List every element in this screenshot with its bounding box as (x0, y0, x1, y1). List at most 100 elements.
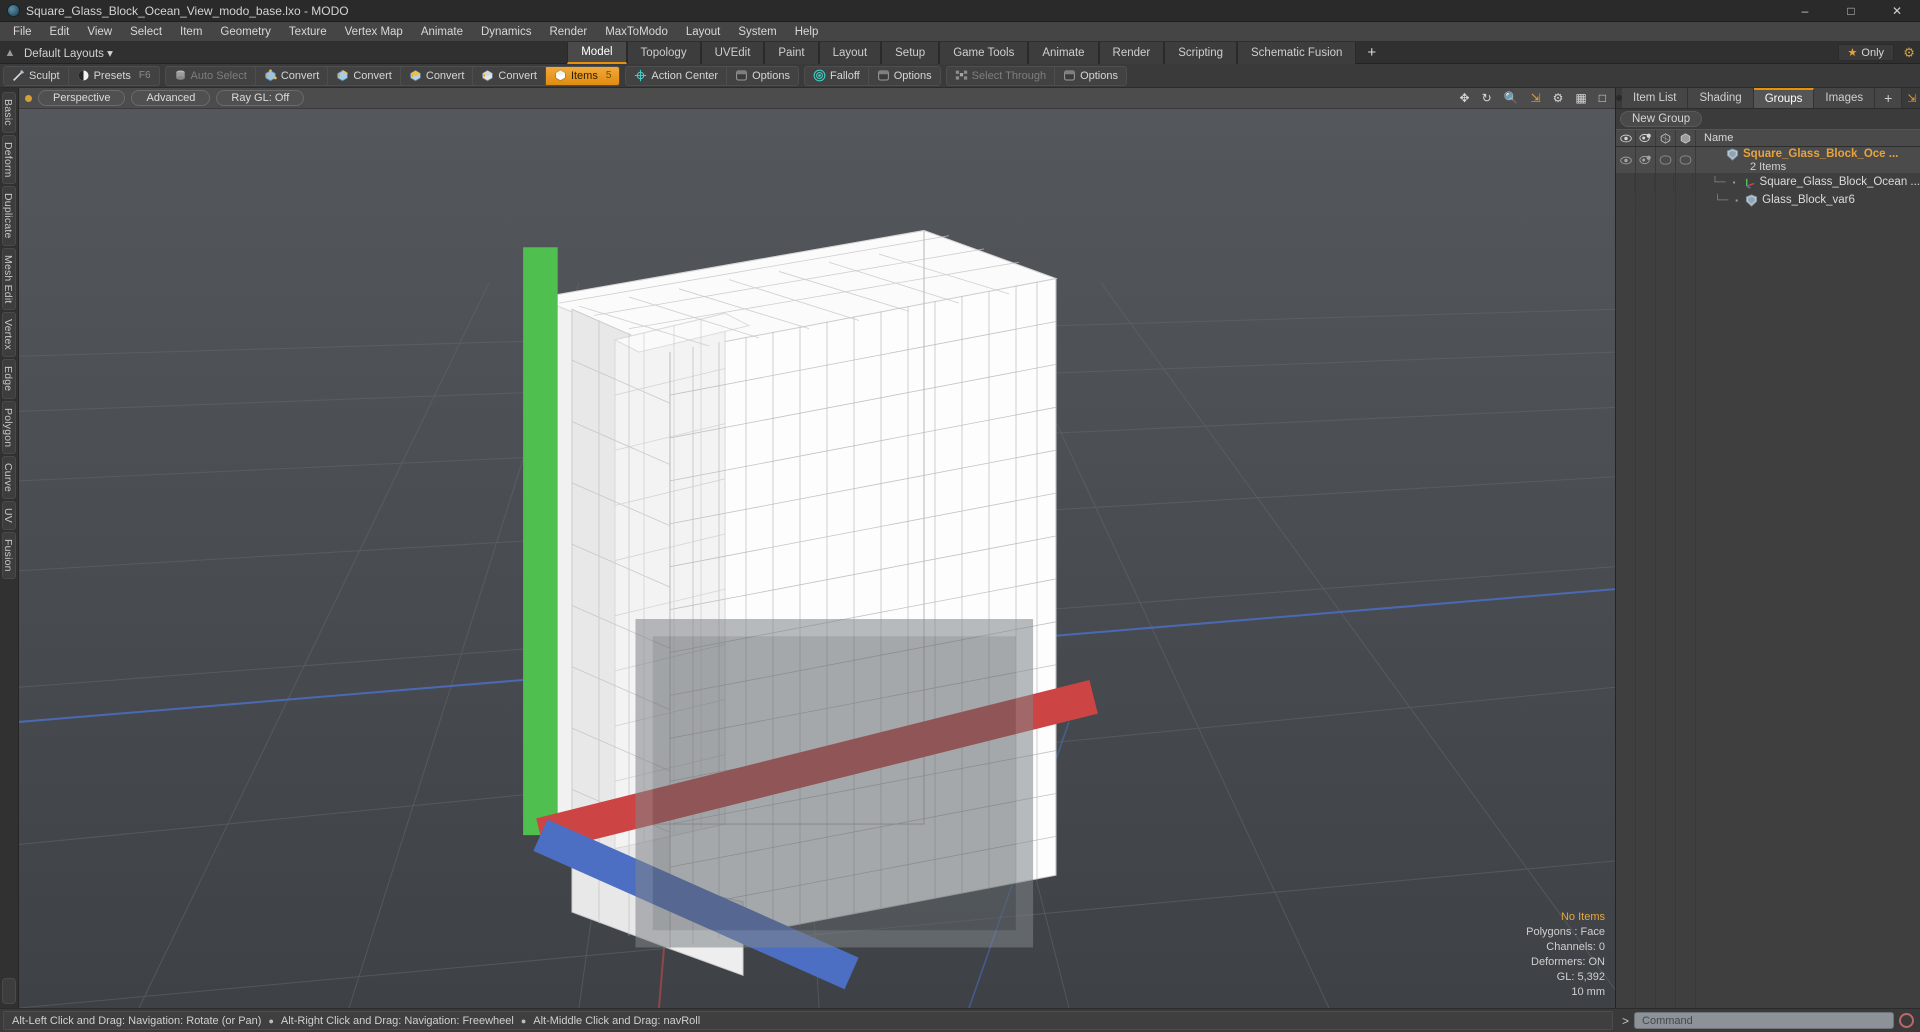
minimize-button[interactable]: – (1782, 0, 1828, 22)
row-shaded-checkbox[interactable] (1676, 191, 1696, 209)
viewport-shading-selector[interactable]: Advanced (131, 90, 211, 106)
menu-item-animate[interactable]: Animate (412, 24, 472, 40)
add-panel-tab-button[interactable]: + (1875, 88, 1903, 108)
wireframe-icon[interactable] (1656, 130, 1676, 146)
layout-tab-scripting[interactable]: Scripting (1164, 41, 1238, 64)
tool-button-convert-vertex[interactable]: Convert (256, 66, 329, 85)
layout-tab-animate[interactable]: Animate (1028, 41, 1099, 64)
menu-item-select[interactable]: Select (121, 24, 171, 40)
row-render-toggle[interactable] (1636, 191, 1656, 209)
row-wireframe-checkbox[interactable] (1656, 147, 1676, 173)
layout-tab-render[interactable]: Render (1098, 41, 1165, 64)
viewport-projection-selector[interactable]: Perspective (38, 90, 126, 106)
tool-button-auto-select[interactable]: Auto Select (166, 66, 256, 85)
layout-tab-model[interactable]: Model (567, 41, 627, 64)
row-visibility-toggle[interactable] (1616, 147, 1636, 173)
tool-button-action-center-options[interactable]: Options (727, 67, 798, 85)
move-icon[interactable]: ✥ (1457, 91, 1473, 105)
row-name-cell[interactable]: └─ ▪ Glass_Block_var6 (1696, 191, 1920, 209)
left-tabs-extra-panel[interactable] (2, 978, 16, 1004)
tool-button-falloff-options[interactable]: Options (869, 67, 940, 85)
maximize-button[interactable]: □ (1828, 0, 1874, 22)
tool-button-select-through[interactable]: Select Through (947, 66, 1056, 85)
row-render-toggle[interactable] (1636, 147, 1656, 173)
sidebar-item-deform[interactable]: Deform (2, 134, 16, 185)
tool-button-select-through-options[interactable]: Options (1055, 67, 1126, 85)
layout-tab-uvedit[interactable]: UVEdit (700, 41, 765, 64)
row-render-toggle[interactable] (1635, 173, 1655, 191)
record-icon[interactable] (1899, 1013, 1914, 1028)
viewport-3d[interactable]: No Items Polygons : Face Channels: 0 Def… (19, 109, 1615, 1008)
zoom-icon[interactable]: 🔍 (1501, 91, 1522, 105)
tool-button-convert-material[interactable]: Convert (473, 66, 546, 85)
pin-icon[interactable]: ▲ (0, 47, 20, 59)
shaded-icon[interactable] (1676, 130, 1696, 146)
group-list-body[interactable]: Square_Glass_Block_Oce ... 2 Items └─ ▪ … (1616, 147, 1920, 1008)
tab-item-list[interactable]: Item List (1622, 88, 1689, 108)
rotate-icon[interactable]: ↻ (1479, 91, 1495, 105)
eye-icon[interactable] (1616, 130, 1636, 146)
tool-button-items[interactable]: Items 5 (545, 66, 620, 85)
menu-item-render[interactable]: Render (540, 24, 596, 40)
row-wireframe-checkbox[interactable] (1655, 173, 1675, 191)
layout-tab-topology[interactable]: Topology (626, 41, 701, 64)
expand-icon[interactable]: ▪ (1732, 196, 1741, 205)
gear-icon[interactable]: ⚙ (1898, 45, 1920, 61)
sidebar-item-curve[interactable]: Curve (2, 456, 16, 500)
axis-gizmo[interactable] (19, 109, 1615, 1008)
menu-item-geometry[interactable]: Geometry (211, 24, 280, 40)
menu-item-texture[interactable]: Texture (280, 24, 336, 40)
sidebar-item-fusion[interactable]: Fusion (2, 532, 16, 579)
new-group-button[interactable]: New Group (1620, 111, 1703, 127)
gear-icon[interactable]: ⚙ (1550, 91, 1567, 105)
table-row[interactable]: Square_Glass_Block_Oce ... 2 Items (1616, 147, 1920, 173)
sidebar-item-vertex[interactable]: Vertex (2, 312, 16, 358)
layout-tab-game-tools[interactable]: Game Tools (939, 41, 1029, 64)
expand-panel-icon[interactable]: ⇲ (1902, 88, 1920, 108)
sidebar-item-polygon[interactable]: Polygon (2, 400, 16, 455)
close-button[interactable]: ✕ (1874, 0, 1920, 22)
render-icon[interactable] (1636, 130, 1656, 146)
tool-button-presets[interactable]: Presets F6 (69, 67, 159, 85)
menu-item-edit[interactable]: Edit (41, 24, 79, 40)
menu-item-maxtomodo[interactable]: MaxToModo (596, 24, 677, 40)
menu-item-item[interactable]: Item (171, 24, 211, 40)
tool-button-sculpt[interactable]: Sculpt (4, 66, 69, 85)
tool-button-convert-edge[interactable]: Convert (328, 66, 401, 85)
viewport-raygl-selector[interactable]: Ray GL: Off (216, 90, 305, 106)
row-visibility-toggle[interactable] (1616, 173, 1636, 191)
table-row[interactable]: └─ ▪ Square_Glass_Block_Ocean ... (1616, 173, 1920, 191)
layout-selector[interactable]: Default Layouts ▾ (20, 46, 117, 60)
menu-item-view[interactable]: View (78, 24, 121, 40)
row-wireframe-checkbox[interactable] (1656, 191, 1676, 209)
expand-icon[interactable]: □ (1596, 91, 1609, 105)
viewport-active-dot[interactable] (25, 94, 32, 102)
menu-item-vertex-map[interactable]: Vertex Map (336, 24, 412, 40)
menu-item-help[interactable]: Help (786, 24, 828, 40)
layout-tab-schematic-fusion[interactable]: Schematic Fusion (1237, 41, 1357, 64)
tab-shading[interactable]: Shading (1688, 88, 1754, 108)
row-shaded-checkbox[interactable] (1676, 147, 1696, 173)
tab-groups[interactable]: Groups (1753, 88, 1815, 108)
layout-tab-paint[interactable]: Paint (764, 41, 819, 64)
layout-tab-layout[interactable]: Layout (818, 41, 882, 64)
tab-images[interactable]: Images (1814, 88, 1876, 108)
menu-item-file[interactable]: File (4, 24, 41, 40)
row-name-cell[interactable]: Square_Glass_Block_Oce ... 2 Items (1696, 147, 1920, 173)
table-row[interactable]: └─ ▪ Glass_Block_var6 (1616, 191, 1920, 209)
sidebar-item-uv[interactable]: UV (2, 501, 16, 531)
sidebar-item-basic[interactable]: Basic (2, 92, 16, 133)
menu-item-layout[interactable]: Layout (677, 24, 730, 40)
tool-button-falloff[interactable]: Falloff (805, 66, 869, 85)
tool-button-convert-polygon[interactable]: Convert (401, 66, 474, 85)
row-name-cell[interactable]: └─ ▪ Square_Glass_Block_Ocean ... (1693, 173, 1920, 191)
fit-icon[interactable]: ⇲ (1528, 91, 1544, 105)
command-input[interactable]: Command (1634, 1012, 1894, 1029)
add-layout-tab-button[interactable]: + (1356, 42, 1387, 64)
layout-tab-setup[interactable]: Setup (881, 41, 940, 64)
row-shaded-checkbox[interactable] (1674, 173, 1694, 191)
menu-item-dynamics[interactable]: Dynamics (472, 24, 540, 40)
menu-item-system[interactable]: System (729, 24, 785, 40)
grid-icon[interactable]: ▦ (1572, 91, 1589, 105)
row-visibility-toggle[interactable] (1616, 191, 1636, 209)
